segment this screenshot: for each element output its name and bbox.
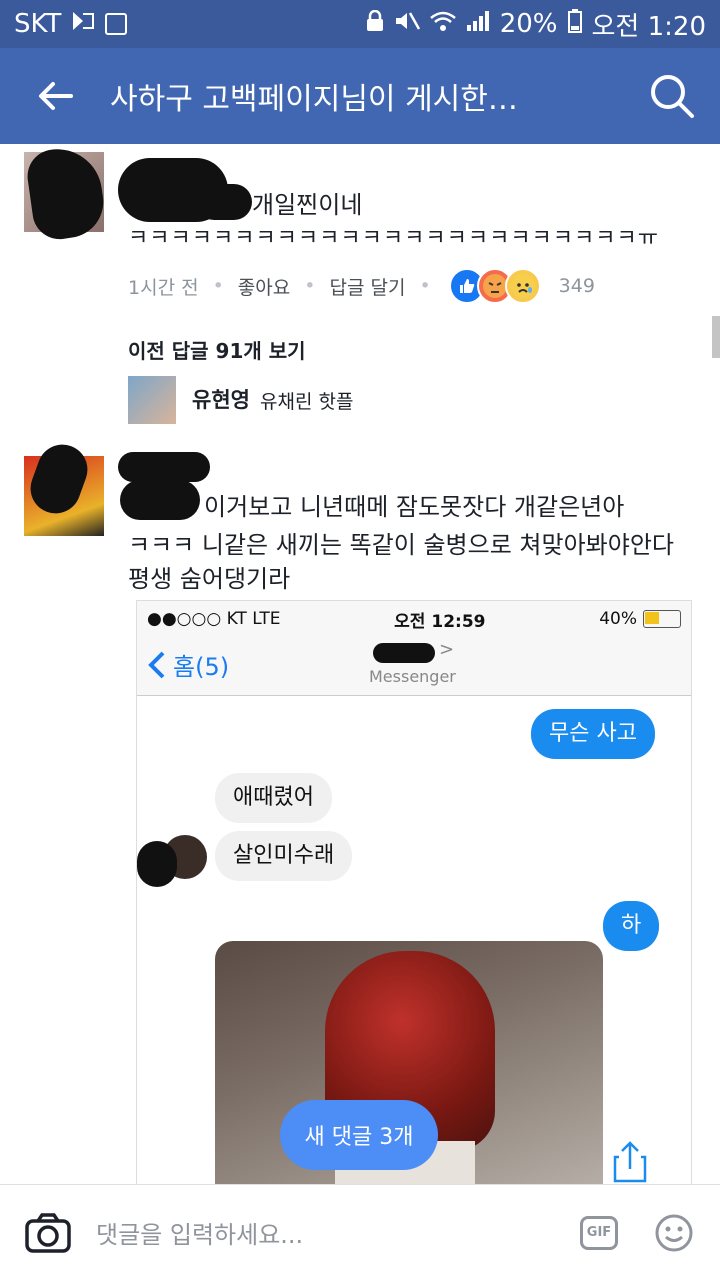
redaction-scribble [373, 643, 435, 663]
view-previous-replies[interactable]: 이전 답글 91개 보기 [128, 334, 306, 368]
ios-carrier: ●●○○○ KT LTE [147, 609, 281, 629]
comment-input[interactable]: 댓글을 입력하세요... [96, 1215, 580, 1250]
redaction-scribble [196, 184, 252, 220]
reply-link[interactable]: 답글 달기 [329, 273, 405, 300]
ios-battery-percent: 40% [599, 609, 637, 629]
lock-icon [366, 9, 384, 39]
ios-nav-subtitle: Messenger [369, 667, 456, 686]
signal-icon [466, 9, 490, 39]
smiley-icon [655, 1214, 693, 1251]
sticker-button[interactable] [654, 1213, 694, 1253]
comment-time: 1시간 전 [128, 276, 199, 299]
sent-message: 하 [603, 901, 659, 951]
comment-meta: 1시간 전 • 좋아요 • 답글 달기 • 349 [128, 268, 595, 304]
status-bar: SKT 20% 오전 1:20 [0, 0, 720, 48]
scrollbar[interactable] [712, 316, 720, 358]
app-bar: 사하구 고백페이지님이 게시한… [0, 48, 720, 144]
share-icon [613, 1141, 647, 1184]
comment-composer: 댓글을 입력하세요... GIF [0, 1184, 720, 1280]
redaction-scribble [137, 841, 177, 887]
comment-text: ㅋㅋㅋ 니같은 새끼는 똑같이 술병으로 쳐맞아봐야안다 [128, 531, 674, 559]
comment-text: 개일찐이네 [252, 191, 363, 219]
received-message: 살인미수래 [215, 831, 353, 881]
search-button[interactable] [624, 72, 720, 120]
sent-message: 무슨 사고 [531, 709, 655, 759]
comment-text: 이거보고 니년때메 잠도못잣다 개같은년아 [204, 493, 625, 521]
ios-back-button: 홈(5) [147, 647, 229, 682]
reply-author[interactable]: 유현영 [192, 386, 250, 414]
battery-icon [567, 8, 582, 40]
back-button[interactable] [0, 81, 110, 111]
like-link[interactable]: 좋아요 [238, 273, 290, 300]
comment-text: ㅋㅋㅋㅋㅋㅋㅋㅋㅋㅋㅋㅋㅋㅋㅋㅋㅋㅋㅋㅋㅋㅋㅋㅋㅠ [128, 226, 660, 251]
gif-button[interactable]: GIF [580, 1215, 618, 1250]
ios-time: 오전 12:59 [394, 611, 486, 632]
reply-avatar[interactable] [128, 376, 176, 424]
page-title: 사하구 고백페이지님이 게시한… [110, 82, 518, 117]
wifi-icon [429, 9, 456, 39]
carrier-label: SKT [14, 9, 62, 39]
search-icon [651, 75, 694, 118]
chevron-left-icon [148, 651, 165, 678]
new-comments-button[interactable]: 새 댓글 3개 [280, 1100, 438, 1170]
comment-text: 평생 숨어댕기라 [128, 565, 291, 593]
sad-reaction-icon [504, 268, 541, 304]
camera-icon [25, 1212, 71, 1253]
chevron-right-icon: > [439, 639, 455, 660]
back-arrow-icon [39, 82, 73, 110]
clock: 오전 1:20 [591, 11, 707, 42]
comments-thread: 개일찐이네 ㅋㅋㅋㅋㅋㅋㅋㅋㅋㅋㅋㅋㅋㅋㅋㅋㅋㅋㅋㅋㅋㅋㅋㅋㅠ 1시간 전 • … [0, 144, 720, 1184]
camera-button[interactable] [0, 1212, 96, 1254]
calendar-icon [105, 13, 128, 35]
reply-text: 유채린 핫플 [260, 391, 354, 413]
notification-icon [71, 9, 95, 39]
received-message: 애때렸어 [215, 773, 332, 823]
ios-nav-bar: 홈(5) > Messenger [137, 637, 691, 696]
comment-attachment-image[interactable]: ●●○○○ KT LTE 오전 12:59 40% 홈(5) > Messeng… [136, 600, 692, 1184]
ios-battery-icon [643, 610, 681, 628]
reaction-count: 349 [558, 275, 595, 297]
ios-status-bar: ●●○○○ KT LTE 오전 12:59 40% [137, 601, 691, 637]
reactions[interactable] [448, 268, 541, 304]
battery-percent: 20% [499, 9, 558, 39]
redaction-scribble [118, 452, 210, 482]
redaction-scribble [120, 480, 200, 520]
mute-icon [394, 9, 420, 39]
